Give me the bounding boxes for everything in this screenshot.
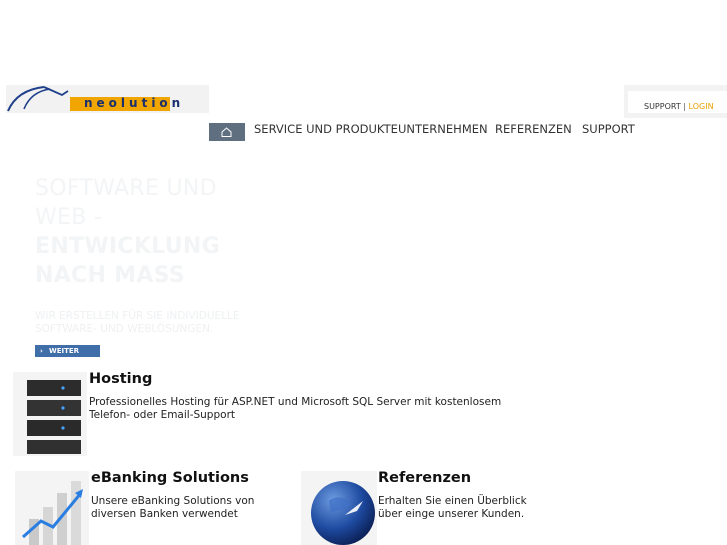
ebanking-chart-image xyxy=(15,471,89,545)
auth-links: SUPPORT | LOGIN xyxy=(644,102,714,111)
hosting-title[interactable]: Hosting xyxy=(89,371,152,387)
login-link[interactable]: LOGIN xyxy=(689,102,714,111)
referenzen-globe-image xyxy=(301,471,377,545)
referenzen-text: Erhalten Sie einen Überblick über einge … xyxy=(378,495,527,520)
referenzen-title[interactable]: Referenzen xyxy=(378,470,471,486)
hosting-server-image xyxy=(13,372,87,456)
ebanking-title[interactable]: eBanking Solutions xyxy=(91,470,249,486)
hero-title: SOFTWARE UND WEB - ENTWICKLUNG NACH MASS xyxy=(35,174,295,290)
logo-text: neolution xyxy=(84,96,185,110)
nav-home-button[interactable] xyxy=(209,123,245,141)
hosting-text: Professionelles Hosting für ASP.NET und … xyxy=(89,396,502,421)
support-link[interactable]: SUPPORT xyxy=(644,102,681,111)
auth-separator: | xyxy=(683,102,686,111)
hero-title-bold2: NACH MASS xyxy=(35,263,185,288)
hero-title-line2: WEB - xyxy=(35,205,103,230)
logo[interactable]: neolution xyxy=(6,85,209,113)
nav-item-support[interactable]: SUPPORT xyxy=(582,123,635,141)
hero-subtitle: WIR ERSTELLEN FÜR SIE INDIVIDUELLE SOFTW… xyxy=(35,310,240,335)
home-icon xyxy=(221,127,232,137)
nav-item-unternehmen[interactable]: UNTERNEHMEN xyxy=(398,123,488,141)
ebanking-text: Unsere eBanking Solutions von diversen B… xyxy=(91,495,255,520)
chevron-right-icon: › xyxy=(40,347,43,355)
nav-item-service[interactable]: SERVICE UND PRODUKTE xyxy=(254,123,398,141)
hero-title-bold1: ENTWICKLUNG xyxy=(35,234,220,259)
nav-item-referenzen[interactable]: REFERENZEN xyxy=(495,123,572,141)
weiter-button[interactable]: › WEITER xyxy=(35,345,100,357)
weiter-label: WEITER xyxy=(49,347,80,355)
hero-title-line1: SOFTWARE UND xyxy=(35,176,217,201)
auth-box: SUPPORT | LOGIN xyxy=(624,85,727,118)
